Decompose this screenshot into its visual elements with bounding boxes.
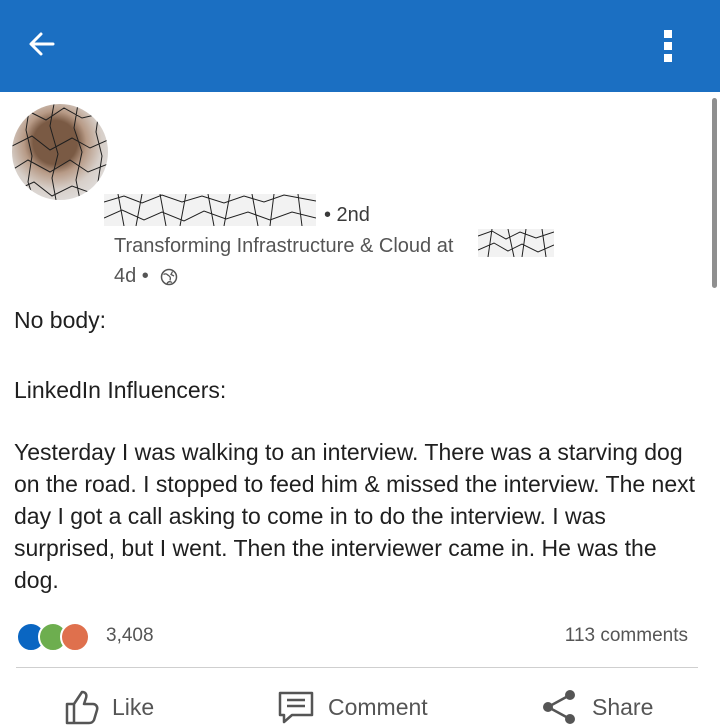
reaction-count[interactable]: 3,408 — [106, 625, 154, 647]
back-button[interactable] — [22, 24, 62, 64]
linkedin-post: • 2nd Transforming Infrastructure & Clou… — [0, 92, 710, 725]
post-timestamp: 4d • — [114, 265, 149, 287]
share-icon — [543, 690, 575, 724]
more-options-button[interactable] — [656, 24, 680, 68]
comment-button[interactable]: Comment — [276, 686, 428, 728]
vertical-ellipsis-icon — [664, 30, 672, 62]
comments-count[interactable]: 113 comments — [565, 625, 688, 647]
post-text-line: No body: — [14, 307, 107, 333]
post-text-line: LinkedIn Influencers: — [14, 377, 227, 403]
post-story: Yesterday I was walking to an interview.… — [14, 439, 696, 593]
comment-label: Comment — [328, 693, 428, 720]
mosaic-overlay — [12, 104, 108, 200]
author-headline: Transforming Infrastructure & Cloud at — [114, 235, 454, 257]
reaction-icons[interactable] — [16, 622, 100, 652]
share-button[interactable]: Share — [540, 686, 653, 728]
connection-degree: • 2nd — [324, 204, 370, 226]
company-redacted — [478, 229, 554, 257]
share-label: Share — [592, 693, 654, 720]
like-button[interactable]: Like — [62, 686, 154, 728]
arrow-left-icon — [29, 32, 55, 56]
like-label: Like — [112, 693, 155, 720]
author-name-redacted[interactable] — [104, 194, 316, 226]
avatar[interactable] — [12, 104, 108, 200]
mosaic-overlay — [478, 229, 554, 257]
comment-icon — [278, 691, 314, 724]
mosaic-overlay — [104, 194, 316, 226]
scrollbar[interactable] — [712, 98, 717, 288]
globe-icon — [160, 268, 178, 286]
love-icon — [60, 622, 90, 652]
divider — [16, 667, 698, 668]
thumbs-up-icon — [65, 690, 99, 725]
app-header — [0, 0, 720, 92]
